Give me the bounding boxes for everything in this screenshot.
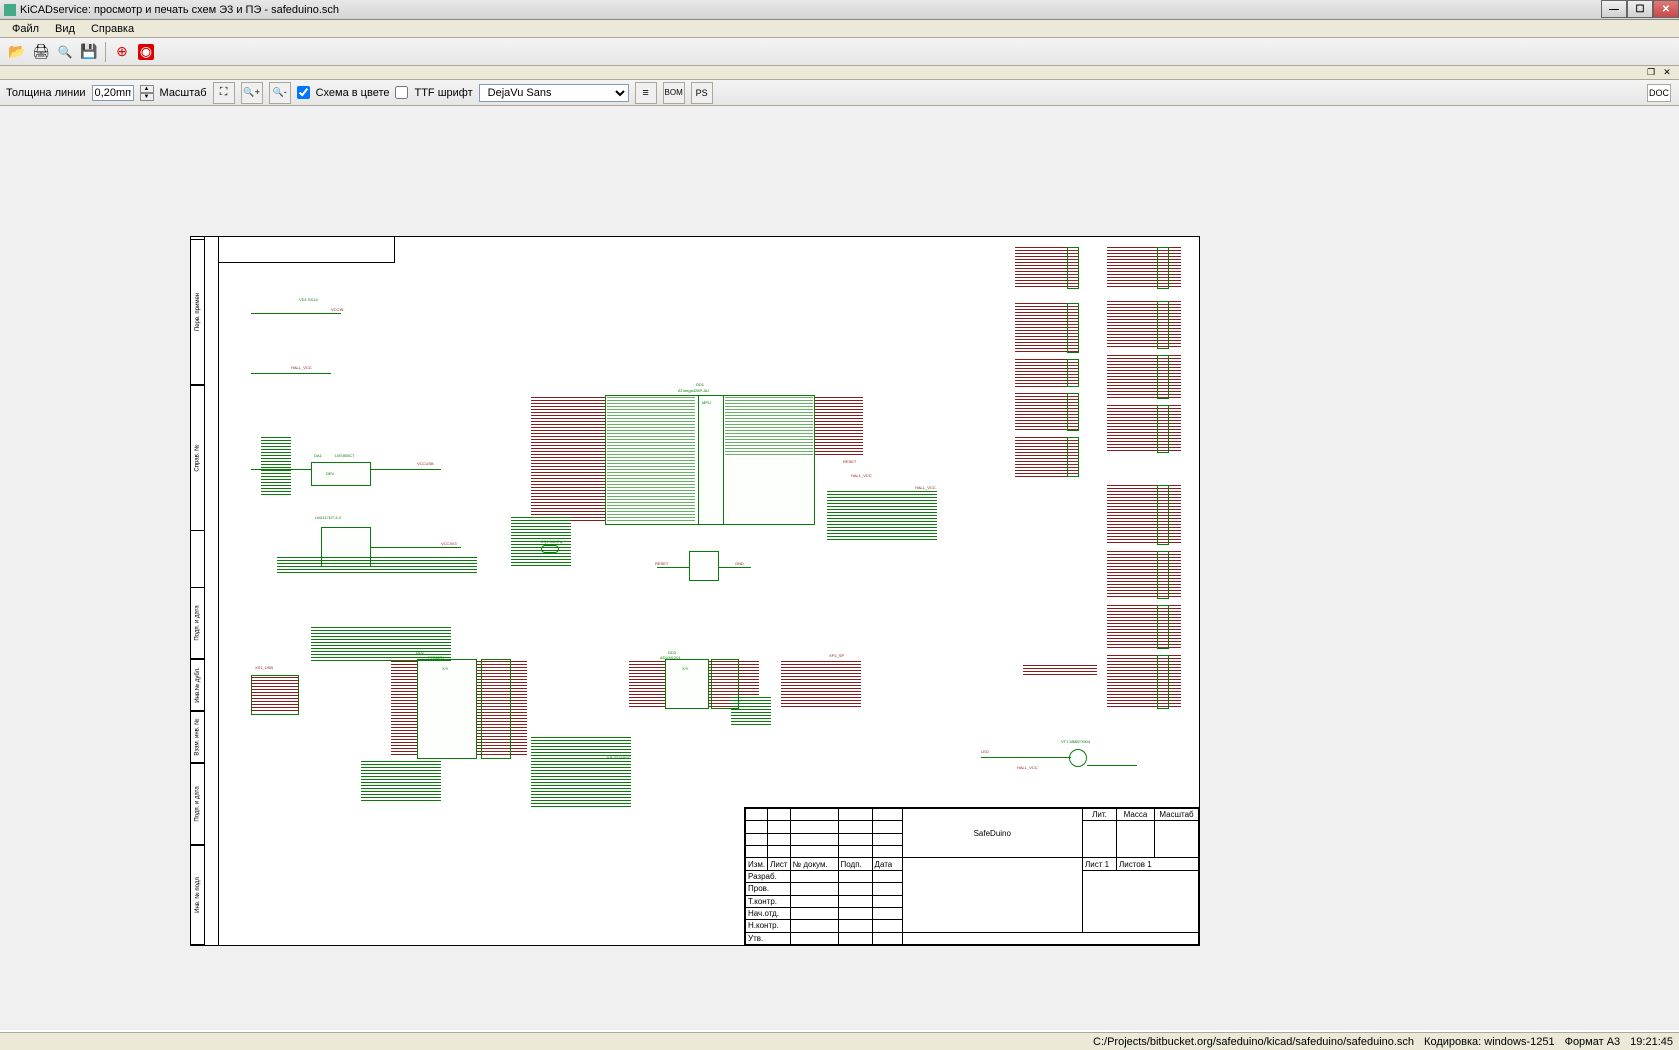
spinner-down-icon[interactable]: ▼ [140,93,154,101]
status-path: C:/Projects/bitbucket.org/safeduino/kica… [1093,1036,1414,1048]
sch-component-label: VD1 SS14 [299,297,318,302]
ttf-checkbox[interactable] [395,86,408,99]
sch-adum: DD3 ADUM1201 X/Y [665,659,709,709]
zoom-out-button[interactable] [269,82,291,104]
sch-regulator1: DA1 DEV [311,462,371,486]
doc-restore-button[interactable]: ❐ [1645,68,1657,78]
minimize-button[interactable]: — [1601,0,1627,18]
title-block-project: SafeDuino [902,809,1082,858]
title-block: SafeDuino Лит. Масса Масштаб Изм. Лист №… [744,807,1199,945]
main-toolbar [0,38,1679,66]
status-format: Формат A3 [1565,1036,1621,1048]
zoom-fit-button[interactable] [213,82,235,104]
center-button[interactable] [111,41,133,63]
menu-bar: Файл Вид Справка [0,20,1679,38]
sch-component-name: LM1117DT-3.3 [315,515,341,520]
zoom-in-button[interactable] [241,82,263,104]
ps-button[interactable]: PS [691,82,713,104]
stop-button[interactable] [135,41,157,63]
zone-label: Перв. примен [195,293,201,331]
ttf-checkbox-label: TTF шрифт [414,87,472,99]
sch-component-name: LM7805CT [335,453,355,458]
status-time: 19:21:45 [1630,1036,1673,1048]
zone-label: Взам. инв. № [195,718,201,755]
sch-mcu-left-pins [531,397,605,523]
sch-net-label: HALL_VCC [291,365,312,370]
window-titlebar: KiCADservice: просмотр и печать схем Э3 … [0,0,1679,20]
color-checkbox[interactable] [297,86,310,99]
color-checkbox-label: Схема в цвете [316,87,390,99]
window-title: KiCADservice: просмотр и печать схем Э3 … [20,4,339,16]
sch-mcu-right-pins [815,397,863,457]
app-icon [4,4,16,16]
window-controls: — ☐ ✕ [1601,0,1679,18]
line-thickness-input[interactable] [92,85,134,101]
zone-column-outer: Перв. примен Справ. № Подп. и дата Инв.№… [191,237,205,945]
zone-label: Справ. № [195,444,201,471]
save-button[interactable] [78,41,100,63]
document-controls: ❐ ✕ [0,66,1679,80]
menu-view[interactable]: Вид [47,22,83,36]
drawing-sheet: Перв. примен Справ. № Подп. и дата Инв.№… [190,236,1200,946]
menu-help[interactable]: Справка [83,22,142,36]
bom-button[interactable]: BOM [663,82,685,104]
status-encoding: Кодировка: windows-1251 [1424,1036,1555,1048]
zone-label: Инв. № подл [195,877,201,913]
doc-close-button[interactable]: ✕ [1661,68,1673,78]
doc-export-button[interactable]: DOC [1647,84,1671,102]
top-left-frame [219,237,395,263]
menu-file[interactable]: Файл [4,22,47,36]
line-thickness-spinner[interactable]: ▲ ▼ [140,85,154,101]
zone-column-inner [205,237,219,945]
scale-label: Масштаб [160,87,207,99]
toolbar-separator [105,42,106,62]
sch-net-label: VCCIN [331,307,343,312]
print-preview-button[interactable] [54,41,76,63]
schematic-canvas[interactable]: Перв. примен Справ. № Подп. и дата Инв.№… [0,106,1679,1030]
sch-reset-switch [689,551,719,581]
options-toolbar: Толщина линии ▲ ▼ Масштаб Схема в цвете … [0,80,1679,106]
line-thickness-label: Толщина линии [6,87,86,99]
status-bar: C:/Projects/bitbucket.org/safeduino/kica… [0,1032,1679,1050]
spinner-up-icon[interactable]: ▲ [140,85,154,93]
zone-label: Подп. и дата [195,786,201,821]
layers-button[interactable] [635,82,657,104]
font-select[interactable]: DejaVu Sans [479,84,629,102]
open-button[interactable] [6,41,28,63]
maximize-button[interactable]: ☐ [1627,0,1653,18]
close-button[interactable]: ✕ [1653,0,1679,18]
zone-label: Инв.№ дубл. [195,667,201,703]
zone-label: Подп. и дата [195,605,201,640]
print-button[interactable] [30,41,52,63]
sch-ft232: DD2 FT232RL X/Y [417,659,477,759]
